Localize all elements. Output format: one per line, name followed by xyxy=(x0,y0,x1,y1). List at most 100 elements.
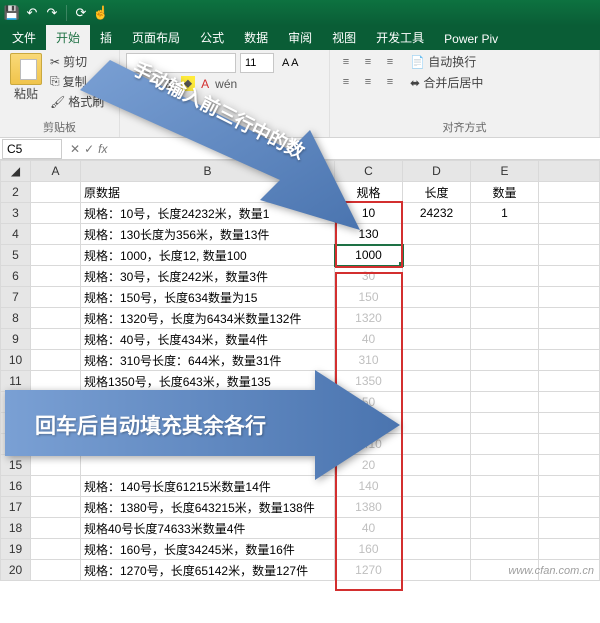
table-row[interactable]: 17 规格：1380号，长度643215米，数量138件1380 xyxy=(1,497,600,518)
row-header[interactable]: 5 xyxy=(1,245,31,266)
tab-view[interactable]: 视图 xyxy=(322,25,366,50)
name-box[interactable]: C5 xyxy=(2,139,62,159)
tab-data[interactable]: 数据 xyxy=(234,25,278,50)
wrap-text-button[interactable]: 📄 自动换行 xyxy=(410,53,483,70)
tab-dev[interactable]: 开发工具 xyxy=(366,25,434,50)
cell[interactable] xyxy=(403,413,471,434)
cell[interactable] xyxy=(403,329,471,350)
cell[interactable] xyxy=(471,434,539,455)
col-header-D[interactable]: D xyxy=(403,161,471,182)
tab-layout[interactable]: 页面布局 xyxy=(122,25,190,50)
select-all-corner[interactable]: ◢ xyxy=(1,161,31,182)
refresh-icon[interactable]: ⟳ xyxy=(73,5,89,21)
cell[interactable] xyxy=(403,476,471,497)
cell[interactable] xyxy=(403,287,471,308)
cell[interactable] xyxy=(403,455,471,476)
cell[interactable] xyxy=(471,392,539,413)
row-header[interactable]: 6 xyxy=(1,266,31,287)
worksheet-grid[interactable]: ◢ A B C D E 2原数据规格长度数量3规格：10号，长度24232米，数… xyxy=(0,160,600,581)
cell[interactable] xyxy=(471,350,539,371)
cell[interactable] xyxy=(403,518,471,539)
row-header[interactable]: 8 xyxy=(1,308,31,329)
cell[interactable] xyxy=(403,371,471,392)
row-header[interactable]: 2 xyxy=(1,182,31,203)
cell[interactable]: 规格：1380号，长度643215米，数量138件 xyxy=(81,497,335,518)
cell[interactable] xyxy=(471,308,539,329)
cell[interactable] xyxy=(471,476,539,497)
cell[interactable] xyxy=(403,266,471,287)
fx-cancel-icon[interactable]: ✕ xyxy=(70,142,80,156)
cell[interactable] xyxy=(403,245,471,266)
cell[interactable] xyxy=(403,392,471,413)
row-header[interactable]: 17 xyxy=(1,497,31,518)
col-header-A[interactable]: A xyxy=(31,161,81,182)
cell[interactable]: 数量 xyxy=(471,182,539,203)
table-row[interactable]: 8 规格：1320号，长度为6434米数量132件1320 xyxy=(1,308,600,329)
cell[interactable] xyxy=(471,224,539,245)
cell[interactable]: 40 xyxy=(335,329,403,350)
row-header[interactable]: 18 xyxy=(1,518,31,539)
cell[interactable] xyxy=(471,266,539,287)
cell[interactable] xyxy=(403,350,471,371)
row-header[interactable]: 4 xyxy=(1,224,31,245)
tab-formulas[interactable]: 公式 xyxy=(190,25,234,50)
col-header-E[interactable]: E xyxy=(471,161,539,182)
cell[interactable]: 160 xyxy=(335,539,403,560)
cell[interactable]: 规格：40号，长度434米，数量4件 xyxy=(81,329,335,350)
cell[interactable]: 1270 xyxy=(335,560,403,581)
cell[interactable]: 规格：310号长度：644米，数量31件 xyxy=(81,350,335,371)
cell[interactable]: 150 xyxy=(335,287,403,308)
undo-icon[interactable]: ↶ xyxy=(24,5,40,21)
cell[interactable]: 规格40号长度74633米数量4件 xyxy=(81,518,335,539)
cell[interactable] xyxy=(471,455,539,476)
cell[interactable]: 1380 xyxy=(335,497,403,518)
cell[interactable]: 规格：30号，长度242米，数量3件 xyxy=(81,266,335,287)
table-row[interactable]: 9 规格：40号，长度434米，数量4件40 xyxy=(1,329,600,350)
row-header[interactable]: 20 xyxy=(1,560,31,581)
cell[interactable] xyxy=(403,539,471,560)
touch-icon[interactable]: ☝ xyxy=(93,5,109,21)
cell[interactable]: 规格：1270号，长度65142米，数量127件 xyxy=(81,560,335,581)
tab-review[interactable]: 审阅 xyxy=(278,25,322,50)
cell[interactable] xyxy=(403,560,471,581)
table-row[interactable]: 19 规格：160号，长度34245米，数量16件160 xyxy=(1,539,600,560)
cell[interactable] xyxy=(471,539,539,560)
cell[interactable]: 40 xyxy=(335,518,403,539)
cell[interactable] xyxy=(471,245,539,266)
paste-button[interactable]: 粘贴 xyxy=(6,53,46,110)
cell[interactable] xyxy=(471,497,539,518)
cell[interactable] xyxy=(471,518,539,539)
tab-insert[interactable]: 插 xyxy=(90,25,122,50)
table-row[interactable]: 7 规格：150号，长度634数量为15150 xyxy=(1,287,600,308)
save-icon[interactable]: 💾 xyxy=(4,5,20,21)
cell[interactable]: 规格：160号，长度34245米，数量16件 xyxy=(81,539,335,560)
merge-center-button[interactable]: ⬌ 合并后居中 xyxy=(410,74,483,91)
cell[interactable] xyxy=(471,329,539,350)
cell[interactable]: 1 xyxy=(471,203,539,224)
cell[interactable]: 规格：150号，长度634数量为15 xyxy=(81,287,335,308)
tab-pivot[interactable]: Power Piv xyxy=(434,28,508,50)
row-header[interactable]: 7 xyxy=(1,287,31,308)
tab-home[interactable]: 开始 xyxy=(46,25,90,50)
row-header[interactable]: 9 xyxy=(1,329,31,350)
row-header[interactable]: 3 xyxy=(1,203,31,224)
cell[interactable] xyxy=(403,308,471,329)
row-header[interactable]: 19 xyxy=(1,539,31,560)
cell[interactable]: 长度 xyxy=(403,182,471,203)
cell[interactable] xyxy=(403,434,471,455)
cell[interactable]: 24232 xyxy=(403,203,471,224)
tab-file[interactable]: 文件 xyxy=(2,25,46,50)
table-row[interactable]: 18 规格40号长度74633米数量4件40 xyxy=(1,518,600,539)
cell[interactable] xyxy=(471,413,539,434)
table-row[interactable]: 6 规格：30号，长度242米，数量3件30 xyxy=(1,266,600,287)
cell[interactable]: 30 xyxy=(335,266,403,287)
cell[interactable]: 1320 xyxy=(335,308,403,329)
row-header[interactable]: 10 xyxy=(1,350,31,371)
cell[interactable] xyxy=(471,287,539,308)
cell[interactable]: 规格：1320号，长度为6434米数量132件 xyxy=(81,308,335,329)
cell[interactable] xyxy=(471,371,539,392)
cell[interactable] xyxy=(403,497,471,518)
table-row[interactable]: 10规格：310号长度：644米，数量31件310 xyxy=(1,350,600,371)
redo-icon[interactable]: ↷ xyxy=(44,5,60,21)
cell[interactable] xyxy=(403,224,471,245)
